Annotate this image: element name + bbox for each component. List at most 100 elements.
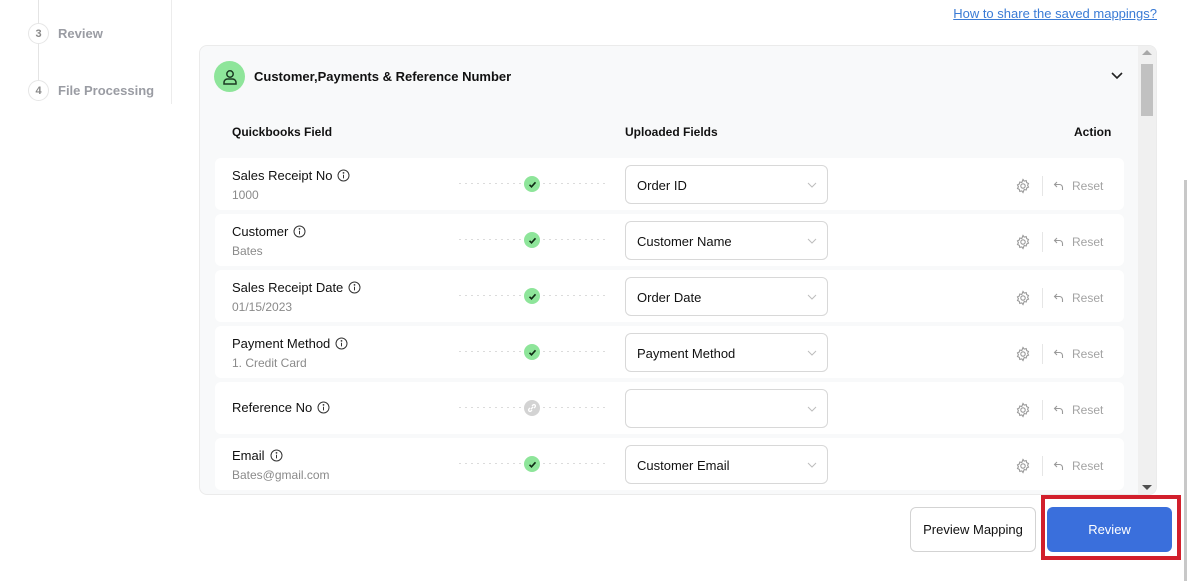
mapping-row: Sales Receipt No 1000 Order ID Reset — [215, 158, 1124, 210]
check-icon — [524, 344, 540, 360]
column-header-uploaded-fields: Uploaded Fields — [625, 125, 718, 139]
panel-header: Customer,Payments & Reference Number — [214, 61, 511, 92]
info-icon[interactable] — [348, 281, 361, 294]
field-name: Payment Method — [232, 336, 331, 351]
selected-value: Payment Method — [637, 346, 736, 361]
row-actions: Reset — [1015, 288, 1103, 308]
chevron-down-icon — [807, 182, 817, 188]
chevron-down-icon — [807, 462, 817, 468]
reset-button[interactable]: Reset — [1053, 403, 1103, 417]
field-name: Email — [232, 448, 265, 463]
uploaded-field-select[interactable]: Payment Method — [625, 333, 828, 372]
check-icon — [524, 176, 540, 192]
field-name: Reference No — [232, 400, 313, 415]
uploaded-field-select[interactable]: Customer Email — [625, 445, 828, 484]
row-actions: Reset — [1015, 400, 1103, 420]
undo-icon — [1053, 237, 1064, 246]
chevron-down-icon — [807, 238, 817, 244]
quickbooks-field: Payment Method 1. Credit Card — [232, 336, 348, 370]
check-icon — [524, 456, 540, 472]
page-scrollbar[interactable] — [1184, 180, 1187, 581]
selected-value: Customer Name — [637, 234, 732, 249]
step-label: Review — [58, 26, 103, 41]
mapping-row: Sales Receipt Date 01/15/2023 Order Date… — [215, 270, 1124, 322]
panel-scrollbar[interactable] — [1138, 46, 1156, 494]
reset-label: Reset — [1072, 179, 1104, 193]
action-divider — [1042, 288, 1043, 308]
gear-icon[interactable] — [1015, 290, 1031, 306]
chevron-down-icon — [807, 406, 817, 412]
info-icon[interactable] — [270, 449, 283, 462]
column-header-action: Action — [1074, 125, 1112, 139]
reset-label: Reset — [1072, 459, 1104, 473]
reset-label: Reset — [1072, 235, 1104, 249]
steps-sidebar: 3 Review 4 File Processing — [0, 0, 172, 104]
chevron-down-icon — [807, 350, 817, 356]
reset-label: Reset — [1072, 291, 1104, 305]
field-name: Customer — [232, 224, 289, 239]
gear-icon[interactable] — [1015, 178, 1031, 194]
quickbooks-field: Sales Receipt No 1000 — [232, 168, 350, 202]
scroll-up-arrow-icon[interactable] — [1142, 50, 1152, 55]
reset-button[interactable]: Reset — [1053, 291, 1103, 305]
action-divider — [1042, 176, 1043, 196]
action-divider — [1042, 344, 1043, 364]
selected-value: Order ID — [637, 178, 687, 193]
reset-button[interactable]: Reset — [1053, 235, 1103, 249]
scroll-down-arrow-icon[interactable] — [1142, 485, 1152, 490]
preview-mapping-button[interactable]: Preview Mapping — [910, 507, 1036, 552]
share-mappings-help-link[interactable]: How to share the saved mappings? — [953, 6, 1157, 21]
selected-value: Customer Email — [637, 458, 730, 473]
step-number: 4 — [28, 80, 49, 101]
quickbooks-field: Email Bates@gmail.com — [232, 448, 330, 482]
info-icon[interactable] — [337, 169, 350, 182]
action-divider — [1042, 232, 1043, 252]
undo-icon — [1053, 461, 1064, 470]
step-review[interactable]: 3 Review — [28, 23, 103, 44]
reset-label: Reset — [1072, 403, 1104, 417]
uploaded-field-select[interactable]: Customer Name — [625, 221, 828, 260]
field-sample-value: 1. Credit Card — [232, 356, 307, 370]
scrollbar-thumb[interactable] — [1141, 64, 1153, 116]
uploaded-field-select[interactable] — [625, 389, 828, 428]
quickbooks-field: Reference No — [232, 400, 330, 415]
mapping-panel: Customer,Payments & Reference Number Qui… — [199, 45, 1157, 495]
undo-icon — [1053, 181, 1064, 190]
gear-icon[interactable] — [1015, 402, 1031, 418]
info-icon[interactable] — [317, 401, 330, 414]
info-icon[interactable] — [293, 225, 306, 238]
page: 3 Review 4 File Processing How to share … — [0, 0, 1188, 581]
step-label: File Processing — [58, 83, 155, 98]
reset-button[interactable]: Reset — [1053, 179, 1103, 193]
reset-label: Reset — [1072, 347, 1104, 361]
quickbooks-field: Customer Bates — [232, 224, 306, 258]
uploaded-field-select[interactable]: Order Date — [625, 277, 828, 316]
action-divider — [1042, 456, 1043, 476]
chevron-down-icon[interactable] — [1108, 66, 1126, 84]
mapping-rows: Sales Receipt No 1000 Order ID Reset Cus… — [215, 158, 1124, 494]
mapping-row: Reference No Reset — [215, 382, 1124, 434]
check-icon — [524, 232, 540, 248]
gear-icon[interactable] — [1015, 234, 1031, 250]
selected-value: Order Date — [637, 290, 702, 305]
quickbooks-field: Sales Receipt Date 01/15/2023 — [232, 280, 361, 314]
gear-icon[interactable] — [1015, 458, 1031, 474]
step-file-processing[interactable]: 4 File Processing — [28, 80, 154, 101]
reset-button[interactable]: Reset — [1053, 459, 1103, 473]
gear-icon[interactable] — [1015, 346, 1031, 362]
undo-icon — [1053, 349, 1064, 358]
uploaded-field-select[interactable]: Order ID — [625, 165, 828, 204]
field-sample-value: 01/15/2023 — [232, 300, 293, 314]
field-name: Sales Receipt Date — [232, 280, 344, 295]
row-actions: Reset — [1015, 176, 1103, 196]
reset-button[interactable]: Reset — [1053, 347, 1103, 361]
undo-icon — [1053, 293, 1064, 302]
review-button[interactable]: Review — [1047, 507, 1172, 552]
mapping-row: Payment Method 1. Credit Card Payment Me… — [215, 326, 1124, 378]
step-number: 3 — [28, 23, 49, 44]
check-icon — [524, 288, 540, 304]
field-name: Sales Receipt No — [232, 168, 333, 183]
info-icon[interactable] — [335, 337, 348, 350]
link-icon — [524, 400, 540, 416]
mapping-row: Email Bates@gmail.com Customer Email Res… — [215, 438, 1124, 490]
